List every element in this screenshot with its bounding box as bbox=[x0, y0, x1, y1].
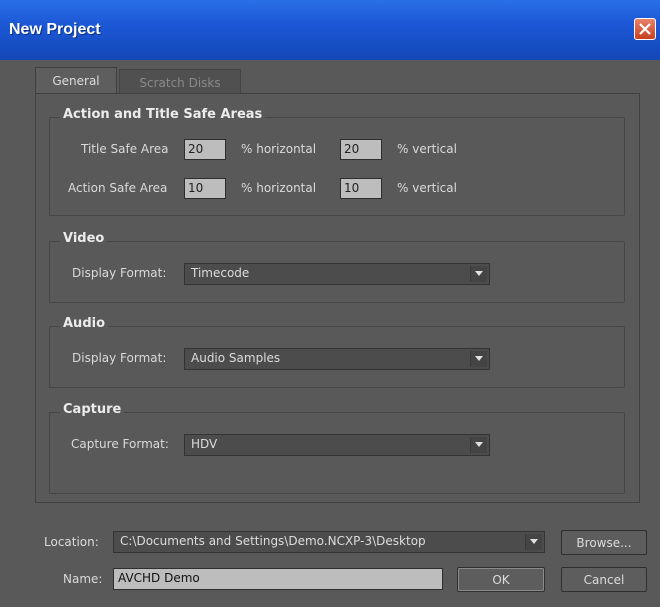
tab-general[interactable]: General bbox=[35, 67, 117, 94]
title-safe-label: Title Safe Area bbox=[81, 142, 169, 156]
title-safe-horizontal-input[interactable]: 20 bbox=[184, 139, 226, 160]
dialog-title: New Project bbox=[9, 21, 101, 38]
capture-format-label: Capture Format: bbox=[71, 437, 169, 451]
title-bar[interactable]: New Project bbox=[0, 0, 660, 60]
title-safe-vertical-unit: % vertical bbox=[397, 142, 457, 156]
action-safe-vertical-input[interactable]: 10 bbox=[340, 178, 382, 199]
title-safe-vertical-input[interactable]: 20 bbox=[340, 139, 382, 160]
audio-display-format-dropdown[interactable]: Audio Samples bbox=[184, 348, 490, 370]
name-label: Name: bbox=[63, 572, 103, 586]
location-value: C:\Documents and Settings\Demo.NCXP-3\De… bbox=[120, 534, 426, 548]
capture-format-value: HDV bbox=[191, 437, 218, 451]
tab-scratch-disks[interactable]: Scratch Disks bbox=[119, 69, 241, 94]
video-display-format-value: Timecode bbox=[191, 266, 250, 280]
project-name-input[interactable]: AVCHD Demo bbox=[113, 568, 443, 590]
chevron-down-icon bbox=[525, 534, 542, 550]
chevron-down-icon bbox=[470, 351, 487, 367]
chevron-down-icon bbox=[470, 437, 487, 453]
action-safe-label: Action Safe Area bbox=[68, 181, 168, 195]
close-icon bbox=[639, 23, 651, 35]
title-safe-horizontal-unit: % horizontal bbox=[241, 142, 317, 156]
close-button[interactable] bbox=[634, 18, 656, 40]
browse-button[interactable]: Browse... bbox=[561, 530, 647, 555]
ok-button[interactable]: OK bbox=[457, 567, 545, 592]
action-safe-horizontal-unit: % horizontal bbox=[241, 181, 317, 195]
capture-heading: Capture bbox=[60, 402, 125, 417]
action-safe-vertical-unit: % vertical bbox=[397, 181, 457, 195]
action-safe-horizontal-input[interactable]: 10 bbox=[184, 178, 226, 199]
general-panel: Action and Title Safe Areas Title Safe A… bbox=[35, 93, 640, 503]
audio-heading: Audio bbox=[60, 316, 109, 331]
audio-group: Audio Display Format: Audio Samples bbox=[49, 316, 625, 388]
audio-display-format-value: Audio Samples bbox=[191, 351, 281, 365]
chevron-down-icon bbox=[470, 266, 487, 282]
video-display-format-label: Display Format: bbox=[72, 266, 167, 280]
video-display-format-dropdown[interactable]: Timecode bbox=[184, 263, 490, 285]
audio-display-format-label: Display Format: bbox=[72, 351, 167, 365]
safe-areas-heading: Action and Title Safe Areas bbox=[60, 107, 266, 122]
safe-areas-group: Action and Title Safe Areas Title Safe A… bbox=[49, 107, 625, 216]
video-group: Video Display Format: Timecode bbox=[49, 231, 625, 303]
capture-group: Capture Capture Format: HDV bbox=[49, 402, 625, 494]
video-heading: Video bbox=[60, 231, 108, 246]
location-dropdown[interactable]: C:\Documents and Settings\Demo.NCXP-3\De… bbox=[113, 531, 545, 553]
capture-format-dropdown[interactable]: HDV bbox=[184, 434, 490, 456]
location-label: Location: bbox=[44, 535, 99, 549]
new-project-dialog: New Project General Scratch Disks Action… bbox=[0, 0, 660, 607]
cancel-button[interactable]: Cancel bbox=[561, 567, 647, 592]
